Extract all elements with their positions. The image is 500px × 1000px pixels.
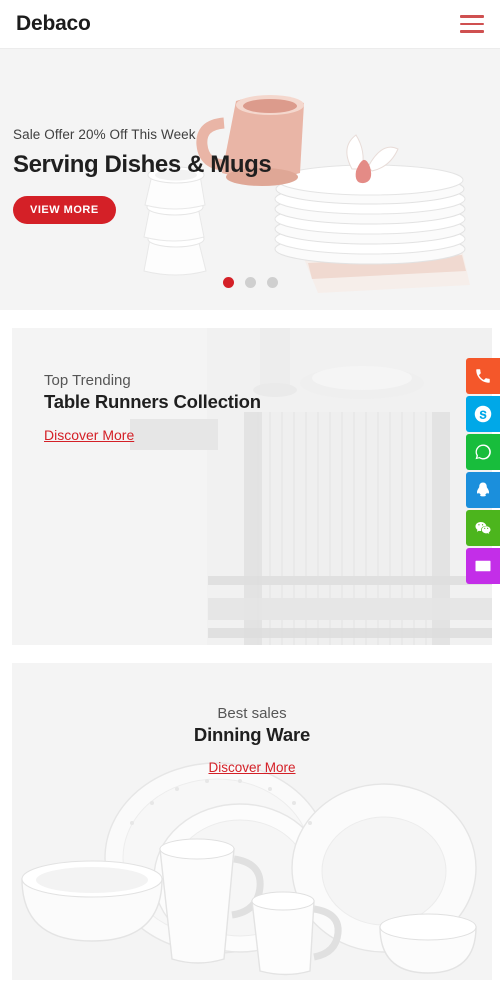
- phone-icon: [476, 369, 490, 383]
- phone-button[interactable]: [466, 358, 500, 394]
- hero-subtitle: Sale Offer 20% Off This Week: [13, 127, 196, 142]
- hamburger-bar: [460, 15, 484, 18]
- email-button[interactable]: [466, 548, 500, 584]
- promo-card-table-runners[interactable]: Top Trending Table Runners Collection Di…: [12, 328, 492, 645]
- card-subtitle: Top Trending: [44, 372, 131, 389]
- site-logo[interactable]: Debaco: [16, 12, 91, 36]
- card-title: Table Runners Collection: [44, 391, 261, 412]
- wechat-button[interactable]: [466, 510, 500, 546]
- hero-banner: Sale Offer 20% Off This Week Serving Dis…: [0, 49, 500, 310]
- site-header: Debaco: [0, 0, 500, 49]
- promo-card-dinning-ware[interactable]: Best sales Dinning Ware Discover More: [12, 663, 492, 980]
- whatsapp-button[interactable]: [466, 434, 500, 470]
- wechat-icon: [475, 522, 491, 534]
- floating-contact-bar: [466, 358, 500, 584]
- hero-title: Serving Dishes & Mugs: [13, 151, 272, 178]
- qq-icon: [477, 482, 489, 497]
- card-title: Dinning Ware: [193, 724, 311, 745]
- carousel-dot-2[interactable]: [244, 277, 256, 288]
- card-subtitle: Best sales: [217, 705, 287, 722]
- whatsapp-icon: [475, 444, 491, 460]
- card-text-block: Best sales Dinning Ware Discover More: [12, 663, 492, 777]
- card-text-block: Top Trending Table Runners Collection Di…: [12, 328, 492, 445]
- hamburger-icon[interactable]: [460, 15, 484, 33]
- carousel-dots: [0, 277, 500, 288]
- skype-icon: [474, 405, 492, 423]
- carousel-dot-1[interactable]: [222, 277, 234, 288]
- carousel-dot-3[interactable]: [266, 277, 278, 288]
- discover-more-link[interactable]: Discover More: [44, 427, 134, 443]
- hero-text-block: Sale Offer 20% Off This Week Serving Dis…: [13, 127, 272, 224]
- skype-button[interactable]: [466, 396, 500, 432]
- hamburger-bar: [460, 22, 484, 26]
- qq-button[interactable]: [466, 472, 500, 508]
- view-more-button[interactable]: VIEW MORE: [13, 196, 116, 224]
- discover-more-link[interactable]: Discover More: [208, 760, 295, 775]
- email-icon: [475, 560, 491, 572]
- hamburger-bar: [460, 30, 484, 33]
